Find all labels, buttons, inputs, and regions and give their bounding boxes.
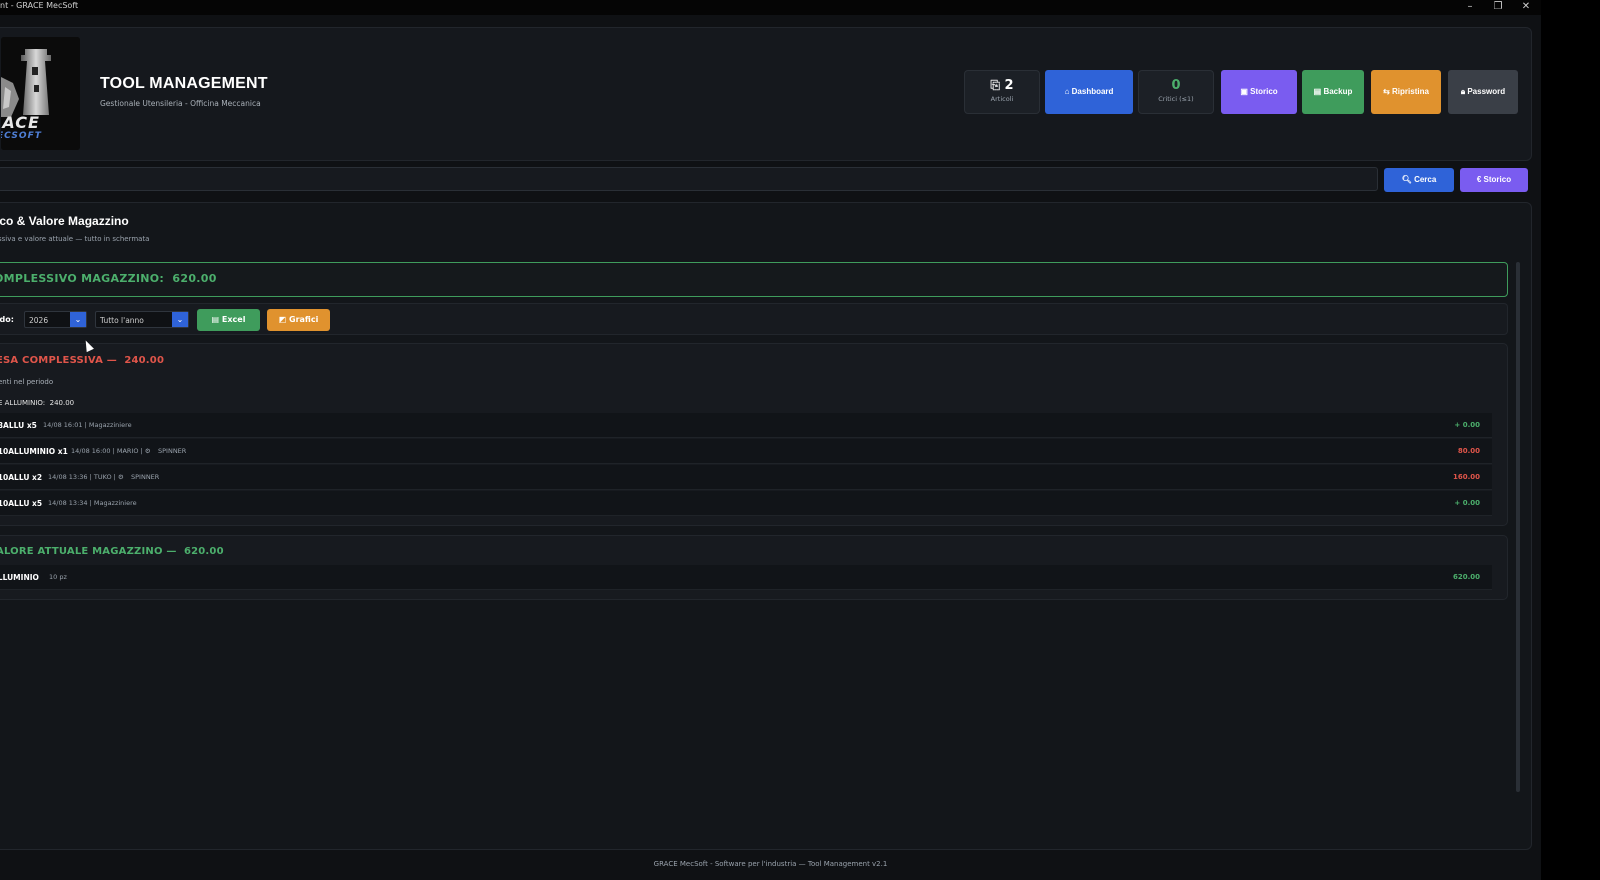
row-value: + 0.00 — [1454, 421, 1480, 429]
section-title: ico & Valore Magazzino — [0, 214, 129, 228]
ripristina-button[interactable]: ⇆ Ripristina — [1371, 70, 1441, 114]
dashboard-label: Dashboard — [1071, 87, 1114, 96]
critical-label: Critici (≤1) — [1158, 95, 1194, 103]
row-meta: 14/08 13:36 | TUKO | ⚙ — [48, 473, 124, 481]
backup-button[interactable]: ▤ Backup — [1302, 70, 1364, 114]
articles-count: 2 — [1004, 78, 1014, 93]
company-logo: RACE ECSOFT — [1, 37, 80, 150]
save-icon: ▣ — [1240, 87, 1248, 96]
valore-title: ALORE ATTUALE MAGAZZINO — 620.00 — [0, 546, 224, 557]
year-value: 2026 — [29, 316, 49, 325]
row-meta: 10 pz — [49, 573, 67, 581]
total-box — [0, 262, 1508, 297]
row-name: ALLUMINIO — [0, 573, 39, 582]
restore-icon-small: ⇆ — [1383, 87, 1390, 96]
search-button-label: Cerca — [1414, 175, 1437, 184]
table-row[interactable]: A8ALLU x5 14/08 16:01 | Magazziniere + 0… — [0, 413, 1492, 438]
storico-label: Storico — [1250, 87, 1278, 96]
row-name: A8ALLU x5 — [0, 421, 37, 430]
title-bar: nt - GRACE MecSoft – ❐ ✕ — [0, 0, 1541, 15]
app-title: TOOL MANAGEMENT — [100, 75, 268, 92]
row-value: 160.00 — [1452, 473, 1480, 481]
group-label: E ALLUMINIO: — [0, 399, 46, 407]
range-select[interactable]: Tutto l'anno ⌄ — [95, 311, 189, 328]
excel-icon: ▤ — [211, 315, 220, 324]
articles-stat: ⎘ 2 Articoli — [964, 70, 1040, 114]
spesa-value: 240.00 — [124, 355, 165, 366]
row-meta: 14/08 16:00 | MARIO | ⚙ — [71, 447, 151, 455]
table-row[interactable]: A10ALLUMINIO x1 14/08 16:00 | MARIO | ⚙ … — [0, 439, 1492, 464]
critical-count: 0 — [1171, 78, 1181, 93]
app-subtitle: Gestionale Utensileria - Officina Meccan… — [100, 99, 261, 108]
password-button[interactable]: 🔒︎ Password — [1448, 70, 1518, 114]
table-row[interactable]: A10ALLU x5 14/08 13:34 | Magazziniere + … — [0, 491, 1492, 516]
section-subtitle: ssiva e valore attuale — tutto in scherm… — [0, 235, 150, 243]
window-title: nt - GRACE MecSoft — [0, 1, 79, 10]
year-select[interactable]: 2026 ⌄ — [24, 311, 87, 328]
chevron-down-icon: ⌄ — [172, 312, 188, 327]
main-panel — [0, 202, 1532, 850]
footer: GRACE MecSoft - Software per l'industria… — [653, 860, 888, 868]
total-warehouse: OMPLESSIVO MAGAZZINO: 620.00 — [0, 272, 217, 285]
backup-label: Backup — [1323, 87, 1353, 96]
articles-label: Articoli — [990, 95, 1014, 103]
ripristina-label: Ripristina — [1392, 87, 1429, 96]
articles-icon: ⎘ — [990, 78, 1001, 92]
row-value: 620.00 — [1452, 573, 1480, 581]
vertical-scrollbar[interactable] — [1516, 262, 1520, 792]
table-row[interactable]: A10ALLU x2 14/08 13:36 | TUKO | ⚙ SPINNE… — [0, 465, 1492, 490]
period-label: odo: — [0, 315, 14, 324]
valore-value: 620.00 — [183, 546, 224, 557]
restore-icon[interactable]: ❐ — [1490, 0, 1506, 13]
chart-icon: ◩ — [278, 315, 287, 324]
row-name: A10ALLUMINIO x1 — [0, 447, 68, 456]
spesa-subtitle: enti nel periodo — [0, 378, 54, 386]
row-value: + 0.00 — [1454, 499, 1480, 507]
group-value: 240.00 — [49, 399, 75, 407]
row-value: 80.00 — [1457, 447, 1480, 455]
grafici-label: Grafici — [289, 315, 319, 324]
disk-icon: ▤ — [1313, 87, 1322, 96]
row-name: A10ALLU x2 — [0, 473, 43, 482]
close-icon[interactable]: ✕ — [1518, 0, 1534, 13]
header: RACE ECSOFT TOOL MANAGEMENT Gestionale U… — [0, 27, 1532, 161]
lock-icon: 🔒︎ — [1460, 87, 1466, 96]
minimize-icon[interactable]: – — [1462, 0, 1478, 13]
grafici-button[interactable]: ◩ Grafici — [267, 309, 330, 331]
excel-label: Excel — [221, 315, 246, 324]
search-input[interactable] — [0, 167, 1378, 191]
search-button[interactable]: 🔍︎ Cerca — [1384, 168, 1454, 192]
spesa-title: ESA COMPLESSIVA — 240.00 — [0, 355, 164, 366]
row-name: A10ALLU x5 — [0, 499, 43, 508]
chevron-down-icon: ⌄ — [70, 312, 86, 327]
total-label: OMPLESSIVO MAGAZZINO: — [0, 272, 165, 285]
excel-button[interactable]: ▤ Excel — [197, 309, 260, 331]
dashboard-button[interactable]: ⌂ Dashboard — [1045, 70, 1133, 114]
app-window: nt - GRACE MecSoft – ❐ ✕ RACE ECSOFT — [0, 0, 1541, 880]
home-icon: ⌂ — [1064, 87, 1070, 96]
table-row[interactable]: ALLUMINIO 10 pz 620.00 — [0, 565, 1492, 590]
spesa-title-label: ESA COMPLESSIVA — — [0, 355, 117, 366]
logo-text: RACE — [1, 113, 40, 132]
row-tag: SPINNER — [131, 473, 160, 481]
total-value: 620.00 — [172, 272, 217, 285]
logo-subtext: ECSOFT — [1, 131, 42, 141]
euro-storico-button[interactable]: € Storico — [1460, 168, 1528, 192]
storico-button[interactable]: ▣ Storico — [1221, 70, 1297, 114]
range-value: Tutto l'anno — [100, 316, 144, 325]
spesa-group: E ALLUMINIO: 240.00 — [0, 399, 74, 407]
row-tag: SPINNER — [158, 447, 187, 455]
valore-title-label: ALORE ATTUALE MAGAZZINO — — [0, 546, 177, 557]
search-icon: 🔍︎ — [1401, 175, 1412, 184]
articles-stat-value: ⎘ 2 — [965, 78, 1039, 93]
row-meta: 14/08 13:34 | Magazziniere — [48, 499, 137, 507]
critical-stat: 0 Critici (≤1) — [1138, 70, 1214, 114]
password-label: Password — [1467, 87, 1506, 96]
row-meta: 14/08 16:01 | Magazziniere — [43, 421, 132, 429]
